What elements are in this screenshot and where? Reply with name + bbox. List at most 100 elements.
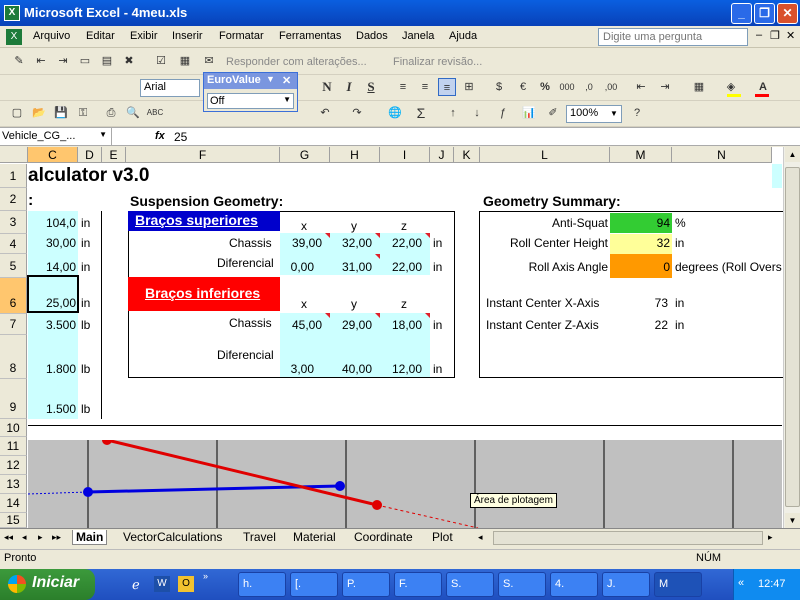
menu-arquivo[interactable]: Arquivo xyxy=(33,30,70,42)
fx-icon[interactable]: fx xyxy=(155,130,165,142)
scroll-right-icon[interactable]: ▸ xyxy=(768,532,773,543)
sort-asc-icon[interactable]: ↑ xyxy=(444,104,462,122)
taskbar-item[interactable]: 4. xyxy=(550,572,598,597)
tray-expand-icon[interactable]: « xyxy=(738,577,744,589)
doc-close-icon[interactable]: ✕ xyxy=(786,29,795,42)
row-header[interactable]: 6 xyxy=(0,278,27,314)
formula-input[interactable]: 25 xyxy=(174,130,187,144)
row-header[interactable]: 1 xyxy=(0,164,27,188)
col-header[interactable]: E xyxy=(102,147,126,163)
input-cell[interactable]: 31,00 xyxy=(330,260,374,274)
align-right-icon[interactable]: ≡ xyxy=(438,78,456,96)
drawing-icon[interactable]: ✐ xyxy=(544,104,562,122)
scroll-thumb[interactable] xyxy=(785,167,800,507)
taskbar-item[interactable]: J. xyxy=(602,572,650,597)
redo-icon[interactable]: ↷ xyxy=(348,104,366,122)
menu-janela[interactable]: Janela xyxy=(402,30,434,42)
print-icon[interactable]: ⎙ xyxy=(102,104,120,122)
minimize-button[interactable]: _ xyxy=(731,3,752,24)
menu-formatar[interactable]: Formatar xyxy=(219,30,264,42)
row-header[interactable]: 9 xyxy=(0,379,27,419)
zoom-select[interactable]: 100% ▼ xyxy=(566,105,622,123)
increase-indent-icon[interactable]: ⇥ xyxy=(656,78,674,96)
horizontal-scroll-thumb[interactable] xyxy=(493,531,763,545)
taskbar-item[interactable]: h. xyxy=(238,572,286,597)
italic-button[interactable]: I xyxy=(340,78,358,96)
restore-button[interactable]: ❐ xyxy=(754,3,775,24)
col-header[interactable]: C xyxy=(28,147,78,163)
vertical-scrollbar[interactable]: ▲ ▼ xyxy=(783,147,800,528)
input-cell[interactable]: 45,00 xyxy=(280,318,324,332)
finish-review-button[interactable]: Finalizar revisão... xyxy=(393,56,482,68)
tab-main[interactable]: Main xyxy=(72,530,108,545)
permission-icon[interactable]: ⚿ xyxy=(74,104,92,122)
increase-decimal-icon[interactable]: ,0 xyxy=(580,78,598,96)
name-box[interactable]: Vehicle_CG_... ▼ xyxy=(0,128,112,145)
euro-icon[interactable]: € xyxy=(514,78,532,96)
row-header[interactable]: 12 xyxy=(0,456,27,475)
col-header[interactable]: I xyxy=(380,147,430,163)
help-icon[interactable]: ? xyxy=(628,104,646,122)
save-icon[interactable]: 💾 xyxy=(52,104,70,122)
input-cell[interactable]: 18,00 xyxy=(380,318,424,332)
input-cell[interactable]: 104,0 xyxy=(28,216,78,230)
tab-plot[interactable]: Plot xyxy=(429,530,456,544)
select-all-corner[interactable] xyxy=(0,147,28,163)
sort-desc-icon[interactable]: ↓ xyxy=(468,104,486,122)
input-cell[interactable]: 3,00 xyxy=(280,362,316,376)
row-header[interactable]: 5 xyxy=(0,254,27,278)
taskbar-item[interactable]: S. xyxy=(446,572,494,597)
eurovalue-toolbar[interactable]: EuroValue ▼ ✕ Off ▼ xyxy=(203,72,298,112)
new-comment-icon[interactable]: ✎ xyxy=(10,52,28,70)
first-sheet-icon[interactable]: ◂◂ xyxy=(4,532,13,543)
input-cell[interactable]: 1.500 xyxy=(28,402,78,416)
bold-button[interactable]: N xyxy=(318,78,336,96)
last-sheet-icon[interactable]: ▸▸ xyxy=(52,532,61,543)
menu-dados[interactable]: Dados xyxy=(356,30,388,42)
row-header[interactable]: 10 xyxy=(0,419,27,437)
new-file-icon[interactable]: ▢ xyxy=(8,104,26,122)
underline-button[interactable]: S xyxy=(362,78,380,96)
doc-restore-icon[interactable]: ❐ xyxy=(770,29,780,42)
decrease-decimal-icon[interactable]: ,00 xyxy=(602,78,620,96)
help-search-input[interactable] xyxy=(598,28,748,46)
row-header[interactable]: 2 xyxy=(0,188,27,211)
close-button[interactable]: ✕ xyxy=(777,3,798,24)
col-header[interactable]: F xyxy=(126,147,280,163)
tab-material[interactable]: Material xyxy=(290,530,339,544)
row-header[interactable]: 15 xyxy=(0,513,27,528)
reply-changes-button[interactable]: Responder com alterações... xyxy=(226,56,367,68)
input-cell[interactable]: 22,00 xyxy=(380,260,424,274)
quicklaunch-chevron-icon[interactable]: » xyxy=(203,571,208,581)
undo-icon[interactable]: ↶ xyxy=(316,104,334,122)
tab-coordinate[interactable]: Coordinate xyxy=(351,530,416,544)
tab-travel[interactable]: Travel xyxy=(240,530,279,544)
input-cell[interactable]: 39,00 xyxy=(280,236,324,250)
excel-app-icon[interactable]: X xyxy=(4,5,20,21)
col-header[interactable]: G xyxy=(280,147,330,163)
input-cell[interactable]: 14,00 xyxy=(28,260,78,274)
align-left-icon[interactable]: ≡ xyxy=(394,78,412,96)
input-cell[interactable]: 12,00 xyxy=(380,362,424,376)
close-icon[interactable]: ✕ xyxy=(282,74,291,87)
col-header[interactable]: H xyxy=(330,147,380,163)
doc-minimize-icon[interactable]: – xyxy=(756,29,762,41)
ie-quicklaunch-icon[interactable]: ℯ xyxy=(132,577,140,593)
taskbar-item-active[interactable]: M xyxy=(654,572,702,597)
insert-note-icon[interactable]: ▦ xyxy=(176,52,194,70)
menu-inserir[interactable]: Inserir xyxy=(172,30,203,42)
mail-icon[interactable]: ✉ xyxy=(200,52,218,70)
borders-icon[interactable]: ▦ xyxy=(690,78,708,96)
chart-wizard-icon[interactable]: 📊 xyxy=(520,104,538,122)
row-header[interactable]: 14 xyxy=(0,494,27,513)
scroll-down-icon[interactable]: ▼ xyxy=(785,513,800,528)
scroll-left-icon[interactable]: ◂ xyxy=(478,532,483,543)
col-header[interactable]: J xyxy=(430,147,454,163)
scroll-up-icon[interactable]: ▲ xyxy=(785,147,800,162)
row-header[interactable]: 4 xyxy=(0,234,27,254)
merge-center-icon[interactable]: ⊞ xyxy=(460,78,478,96)
input-cell[interactable]: 1.800 xyxy=(28,362,78,376)
input-cell[interactable]: 32,00 xyxy=(330,236,374,250)
open-file-icon[interactable]: 📂 xyxy=(30,104,48,122)
outlook-quicklaunch-icon[interactable]: O xyxy=(178,576,194,592)
